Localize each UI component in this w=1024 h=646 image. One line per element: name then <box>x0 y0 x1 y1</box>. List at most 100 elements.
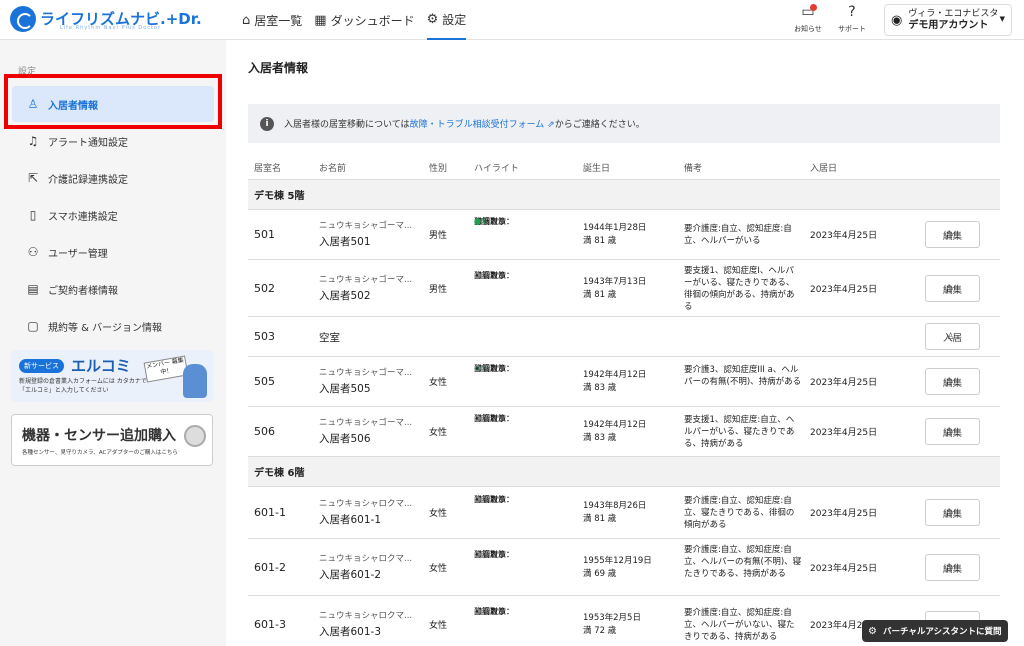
table-row: 501 ニュウキョシャゴーマ... 入居者501 男性 お看取り： ○ OFF 感染対策： ○… <box>248 210 1000 260</box>
home-icon: ⌂ <box>242 12 251 28</box>
chevron-down-icon: ▼ <box>999 15 1005 23</box>
table-row: 506 ニュウキョシャゴーマ... 入居者506 女性 お看取り： ○ OFF 感染対策： ○… <box>248 407 1000 457</box>
edit-button[interactable]: ✎編集 <box>925 221 980 248</box>
elcomi-description: 新規登録の倉書業入カフォームには カタカナで「エルコミ」と入力してください <box>19 378 147 394</box>
smartphone-icon: ▯ <box>29 208 37 222</box>
highlight-status: OFF <box>474 271 490 280</box>
room-name: 506 <box>254 425 275 438</box>
elcomi-banner[interactable]: 新サービス エルコミ 新規登録の倉書業入カフォームには カタカナで「エルコミ」と… <box>11 350 213 402</box>
col-move-in: 入居日 <box>810 164 838 174</box>
group-header: デモ棟 5階 <box>248 180 1000 210</box>
edit-button[interactable]: ✎編集 <box>925 275 980 302</box>
chat-bell-icon: ▭ <box>786 4 830 24</box>
notes-cell: 要介護3、認知症度III a、ヘルパーの有無(不明)、持病がある <box>684 365 802 387</box>
resident-name: 入居者501 <box>319 236 371 248</box>
room-name: 501 <box>254 228 275 241</box>
edit-button[interactable]: ✎編集 <box>925 368 980 395</box>
move-in-button[interactable]: ♙ 入居 <box>925 323 980 350</box>
birthday-cell: 1942年4月12日満 83 歳 <box>583 370 647 393</box>
info-icon: i <box>260 116 274 131</box>
table-row: 503 空室 ♙ 入居 <box>248 317 1000 357</box>
resident-name: 入居者601-3 <box>319 626 382 638</box>
sidebar-item-terms[interactable]: ▢ 規約等 & バージョン情報 <box>12 308 214 344</box>
device-purchase-description: 各種センサー、見守りカメラ、ACアダプターのご購入はこちら <box>22 450 178 456</box>
camera-icon <box>184 425 206 447</box>
col-birthday: 誕生日 <box>583 164 611 174</box>
notes-cell: 要介護度:自立、認知症度:自立、ヘルパーの有無(不明)、寝たきりである、持病があ… <box>684 545 802 579</box>
logo-icon <box>10 6 36 32</box>
nav-settings[interactable]: ⚙ 設定 <box>426 0 467 40</box>
highlight-status: OFF <box>474 607 490 616</box>
elcomi-title: エルコミ <box>71 357 131 375</box>
trouble-form-link[interactable]: 故障・トラブル相談受付フォーム ⇗ <box>410 117 555 130</box>
bell-icon: ♫ <box>27 134 39 148</box>
table-row: 601-1 ニュウキョシャロクマ... 入居者601-1 女性 お看取り： ○ OFF 感染… <box>248 487 1000 539</box>
sidebar-item-contract[interactable]: ▤ ご契約者様情報 <box>12 271 214 307</box>
sidebar: 設定 ♙ 入居者情報 ♫ アラート通知設定 ⇱ 介護記録連携設定 ▯ スマホ連携設定 ⚇… <box>0 40 226 646</box>
edit-button[interactable]: ✎編集 <box>925 418 980 445</box>
edit-button[interactable]: ✎編集 <box>925 554 980 581</box>
resident-name: 入居者601-1 <box>319 514 382 526</box>
move-in-date: 2023年4月25日 <box>810 285 878 295</box>
notes-cell: 要介護度:自立、認知症度:自立、ヘルパーがいない、寝たきりである、持病がある <box>684 608 795 642</box>
new-service-badge: 新サービス <box>19 359 64 373</box>
highlight-status: OFF <box>474 550 490 559</box>
birthday-cell: 1955年12月19日満 69 歳 <box>583 556 652 579</box>
gear-icon: ⚙ <box>426 11 439 27</box>
resident-kana: ニュウキョシャロクマ... <box>319 554 413 564</box>
nav-dashboard[interactable]: ▦ ダッシュボード <box>314 0 414 40</box>
sidebar-item-smartphone[interactable]: ▯ スマホ連携設定 <box>12 197 214 233</box>
account-menu[interactable]: ◉ ヴィラ・エコナビスタ デモ用アカウント ▼ <box>884 4 1012 36</box>
document-icon: ▢ <box>27 319 39 333</box>
move-in-date: 2023年4月25日 <box>810 231 878 241</box>
resident-name: 入居者601-2 <box>319 569 382 581</box>
col-sex: 性別 <box>429 164 448 174</box>
users-icon: ⚇ <box>27 245 39 259</box>
table-row: 505 ニュウキョシャゴーマ... 入居者505 女性 お看取り： ● ON 感染対策： ○ … <box>248 357 1000 407</box>
table-header: 居室名 お名前 性別 ハイライト 誕生日 備考 入居日 <box>248 153 1000 180</box>
nav-room-list[interactable]: ⌂ 居室一覧 <box>242 0 302 40</box>
mascot-illustration <box>183 364 207 398</box>
residents-table: 居室名 お名前 性別 ハイライト 誕生日 備考 入居日 デモ棟 5階 501 ニュウ… <box>248 153 1000 646</box>
resident-kana: ニュウキョシャゴーマ... <box>319 368 413 378</box>
user-circle-icon: ◉ <box>891 12 903 28</box>
notes-cell: 要介護度:自立、認知症度:自立、ヘルパーがいる <box>684 224 792 246</box>
highlight-status: ON <box>474 217 487 226</box>
sidebar-item-care-records[interactable]: ⇱ 介護記録連携設定 <box>12 160 214 196</box>
notifications-button[interactable]: ▭ お知らせ <box>786 4 830 34</box>
sidebar-item-users[interactable]: ⚇ ユーザー管理 <box>12 234 214 270</box>
resident-sex: 女性 <box>429 509 448 519</box>
device-purchase-banner[interactable]: 機器・センサー追加購入 各種センサー、見守りカメラ、ACアダプターのご購入はこち… <box>11 414 213 466</box>
external-link-icon: ⇗ <box>547 120 555 130</box>
resident-kana: ニュウキョシャロクマ... <box>319 611 413 621</box>
red-highlight-box <box>4 74 222 129</box>
birthday-cell: 1953年2月5日満 72 歳 <box>583 613 641 636</box>
table-row: 601-2 ニュウキョシャロクマ... 入居者601-2 女性 お看取り： ○ OFF 感染… <box>248 539 1000 596</box>
vacant-label: 空室 <box>319 332 340 344</box>
logo-subtitle: Life Rhythm Navi Plus Doctor <box>60 25 162 31</box>
resident-sex: 女性 <box>429 621 448 631</box>
support-button[interactable]: ? サポート <box>830 4 874 34</box>
highlight-status: OFF <box>474 364 490 373</box>
col-notes: 備考 <box>684 164 703 174</box>
edit-button[interactable]: ✎編集 <box>925 499 980 526</box>
dashboard-icon: ▦ <box>314 12 327 28</box>
device-purchase-title: 機器・センサー追加購入 <box>22 428 176 444</box>
highlight-status: OFF <box>474 495 490 504</box>
room-name: 601-2 <box>254 561 286 574</box>
move-in-date: 2023年4月25日 <box>810 428 878 438</box>
room-name: 502 <box>254 282 275 295</box>
notes-cell: 要支援1、認知症度I、ヘルパーがいる、寝たきりである、徘徊の傾向がある、持病があ… <box>684 266 795 312</box>
room-name: 601-3 <box>254 618 286 631</box>
room-name: 601-1 <box>254 506 286 519</box>
move-in-date: 2023年4月25日 <box>810 509 878 519</box>
birthday-cell: 1942年4月12日満 83 歳 <box>583 420 647 443</box>
archive-icon: ▤ <box>27 282 39 296</box>
resident-sex: 男性 <box>429 231 448 241</box>
resident-sex: 女性 <box>429 378 448 388</box>
birthday-cell: 1943年7月13日満 81 歳 <box>583 277 647 300</box>
move-in-date: 2023年4月25日 <box>810 378 878 388</box>
birthday-cell: 1943年8月26日満 81 歳 <box>583 501 647 524</box>
resident-sex: 女性 <box>429 428 448 438</box>
virtual-assistant-button[interactable]: ⚙ バーチャルアシスタントに質問 <box>862 620 1008 642</box>
